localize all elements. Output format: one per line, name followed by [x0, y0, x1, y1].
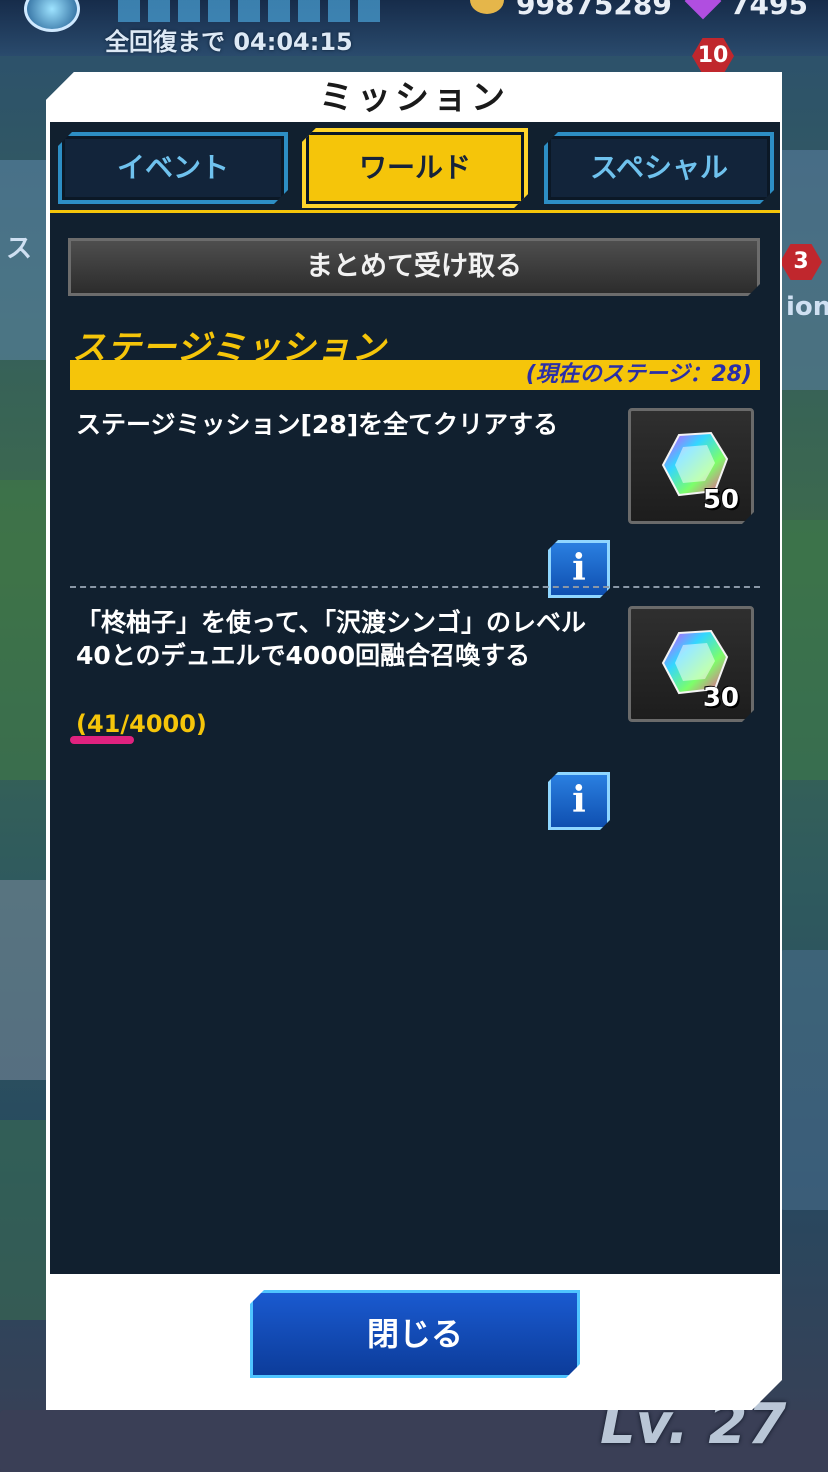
dialog-header: ミッション	[46, 72, 782, 118]
coin-count: 99875289	[516, 0, 672, 21]
dialog-content: イベント ワールド スペシャル まとめて受け取る ステージミッション (現在のス…	[50, 122, 780, 1274]
mission-item: 「柊柚子」を使って、「沢渡シンゴ」のレベル40とのデュエルで4000回融合召喚す…	[70, 606, 760, 826]
gem-count: 7495	[730, 0, 808, 21]
mission-tabs: イベント ワールド スペシャル	[50, 122, 780, 214]
reward-box: 30	[628, 606, 754, 722]
close-button[interactable]: 閉じる	[250, 1290, 580, 1378]
bg-tree	[780, 520, 828, 780]
info-button[interactable]: i	[548, 540, 610, 598]
tab-underline	[50, 210, 780, 213]
receive-all-button[interactable]: まとめて受け取る	[68, 238, 760, 296]
tab-special[interactable]: スペシャル	[544, 132, 774, 204]
highlight-underline	[70, 736, 134, 744]
current-stage-label: (現在のステージ：28)	[525, 362, 752, 387]
mission-progress: (41/4000)	[76, 710, 207, 738]
mission-dialog: ミッション イベント ワールド スペシャル まとめて受け取る ステージミッション…	[46, 72, 782, 1410]
bg-side-label: ion	[786, 292, 828, 322]
mission-description: ステージミッション[28]を全てクリアする	[76, 410, 559, 439]
tab-world[interactable]: ワールド	[302, 128, 528, 208]
dialog-title: ミッション	[319, 78, 509, 118]
mission-description: 「柊柚子」を使って、「沢渡シンゴ」のレベル40とのデュエルで4000回融合召喚す…	[76, 608, 587, 670]
reward-count: 30	[702, 683, 739, 713]
info-button[interactable]: i	[548, 772, 610, 830]
section-bar: (現在のステージ：28)	[70, 360, 760, 390]
mission-divider	[70, 586, 760, 588]
bg-building	[780, 950, 828, 1210]
stamina-gauge-icon	[118, 0, 388, 22]
reward-count: 50	[702, 485, 739, 515]
bg-side-label: ス	[6, 234, 33, 264]
mission-item: ステージミッション[28]を全てクリアする 50 i	[70, 408, 760, 588]
tab-event[interactable]: イベント	[58, 132, 288, 204]
reward-box: 50	[628, 408, 754, 524]
recovery-timer: 全回復まで 04:04:15	[105, 28, 353, 56]
